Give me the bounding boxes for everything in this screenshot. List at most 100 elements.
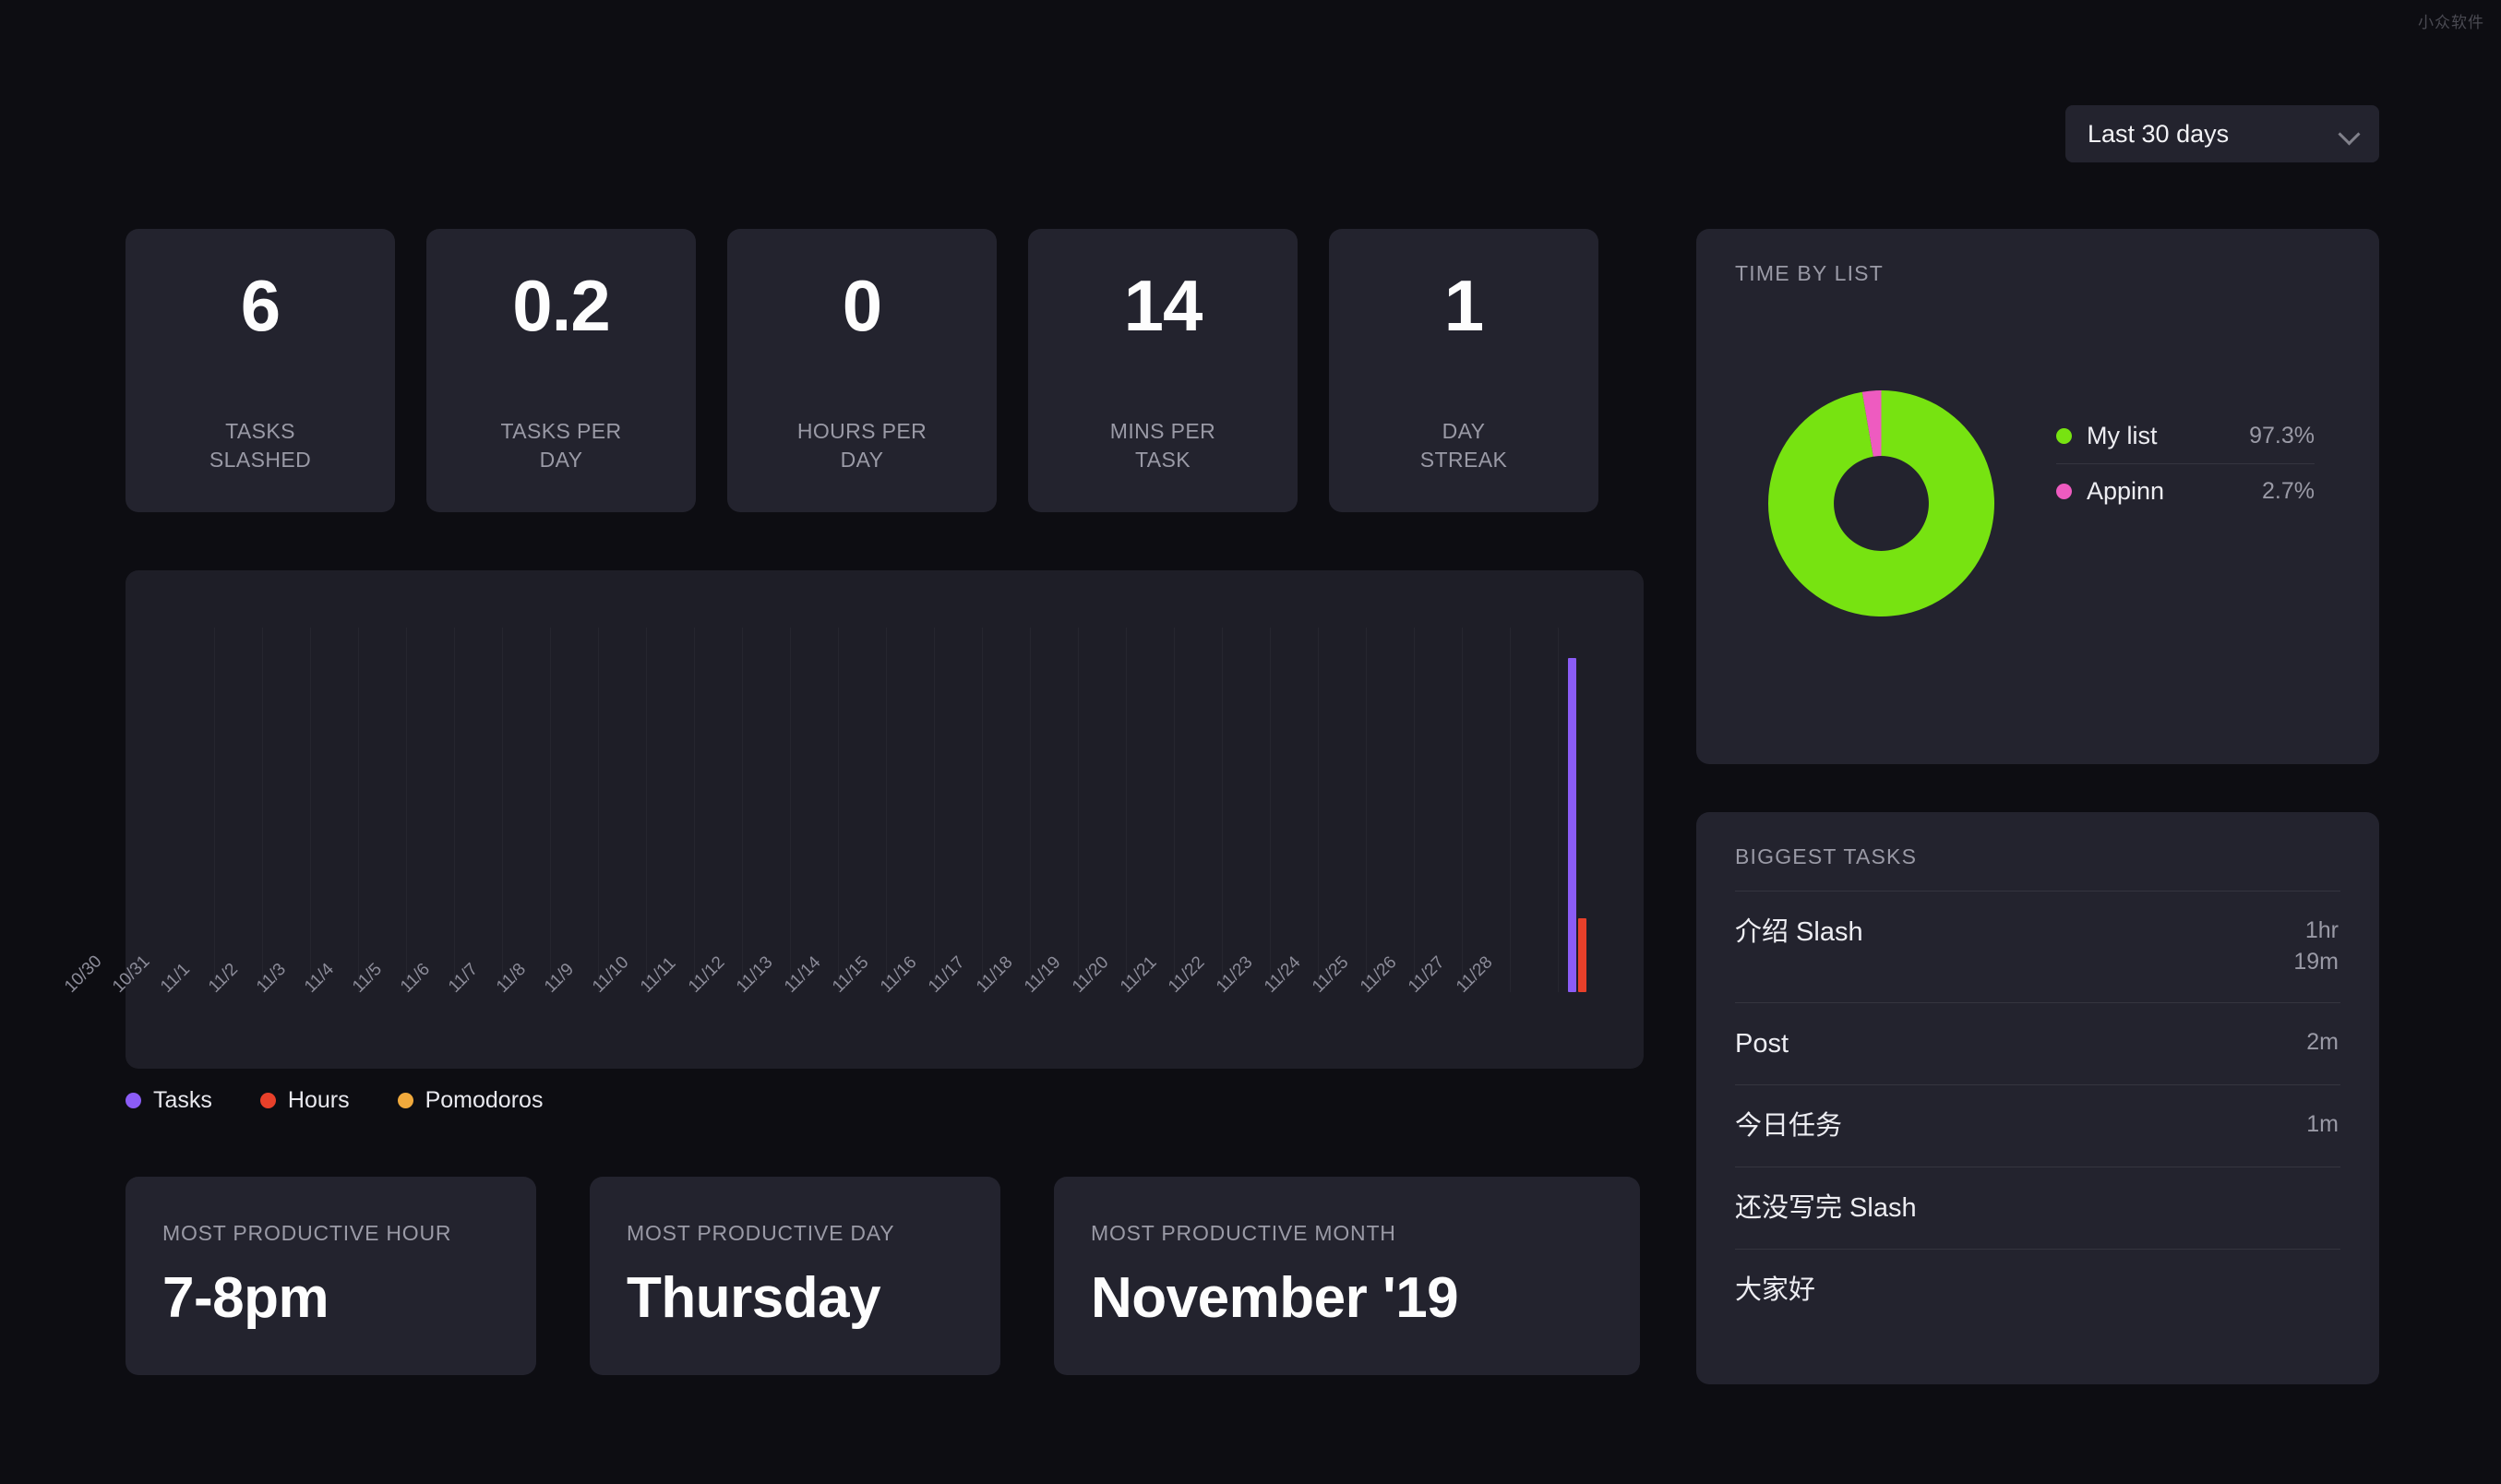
- biggest-tasks-title: BIGGEST TASKS: [1735, 844, 1918, 868]
- task-name: 还没写完 Slash: [1735, 1193, 1917, 1223]
- task-name: Post: [1735, 1028, 1789, 1059]
- stat-card: 0 HOURS PER DAY: [727, 229, 997, 512]
- task-duration: 2m: [2306, 1028, 2339, 1055]
- stat-label: TASKS PER DAY: [500, 418, 622, 473]
- time-by-list-legend-row[interactable]: Appinn 2.7%: [2056, 463, 2315, 519]
- date-range-value: Last 30 days: [2088, 119, 2230, 148]
- chart-gridline: [1174, 628, 1175, 992]
- chart-gridline: [1222, 628, 1223, 992]
- task-row[interactable]: 大家好: [1735, 1249, 2340, 1331]
- chart-gridline: [1366, 628, 1367, 992]
- biggest-tasks-panel: BIGGEST TASKS 介绍 Slash 1hr 19m Post 2m 今日任务 1…: [1696, 812, 2379, 1384]
- stat-card: 6 TASKS SLASHED: [126, 229, 395, 512]
- most-productive-card: MOST PRODUCTIVE DAY Thursday: [590, 1177, 1000, 1375]
- task-duration: 1m: [2306, 1110, 2339, 1137]
- legend-label: Tasks: [153, 1087, 212, 1113]
- legend-color-dot: [259, 1093, 276, 1108]
- time-by-list-legend: My list 97.3% Appinn 2.7%: [2056, 409, 2315, 519]
- task-name: 今日任务: [1735, 1110, 1843, 1141]
- chart-gridline: [262, 628, 263, 992]
- task-row[interactable]: 还没写完 Slash: [1735, 1167, 2340, 1249]
- chart-gridline: [934, 628, 935, 992]
- chart-gridline: [406, 628, 407, 992]
- most-productive-card: MOST PRODUCTIVE HOUR 7-8pm: [126, 1177, 536, 1375]
- chart-gridline: [1462, 628, 1463, 992]
- chart-x-label: 10/30: [61, 951, 106, 997]
- stat-card: 14 MINS PER TASK: [1028, 229, 1298, 512]
- most-productive-card: MOST PRODUCTIVE MONTH November '19: [1054, 1177, 1640, 1375]
- chart-legend-item[interactable]: Hours: [259, 1087, 350, 1114]
- task-row[interactable]: Post 2m: [1735, 1001, 2340, 1084]
- chart-gridline: [646, 628, 647, 992]
- most-productive-row: MOST PRODUCTIVE HOUR 7-8pm MOST PRODUCTIVE…: [126, 1177, 1640, 1375]
- most-productive-value: Thursday: [627, 1266, 881, 1330]
- task-row[interactable]: 介绍 Slash 1hr 19m: [1735, 891, 2340, 1002]
- chart-gridline: [598, 628, 599, 992]
- most-productive-label: MOST PRODUCTIVE MONTH: [1091, 1221, 1396, 1245]
- chart-gridline: [790, 628, 791, 992]
- chart-gridline: [454, 628, 455, 992]
- chart-gridline: [1414, 628, 1415, 992]
- most-productive-value: November '19: [1091, 1266, 1459, 1330]
- chart-gridline: [1510, 628, 1511, 992]
- chart-legend-item[interactable]: Pomodoros: [397, 1087, 544, 1114]
- stat-card-row: 6 TASKS SLASHED 0.2 TASKS PER DAY 0 HOURS PER DA…: [126, 229, 1598, 512]
- task-name: 大家好: [1735, 1275, 1816, 1306]
- most-productive-label: MOST PRODUCTIVE HOUR: [162, 1221, 452, 1245]
- list-percent: 97.3%: [2249, 423, 2315, 449]
- chart-gridline: [310, 628, 311, 992]
- legend-label: Pomodoros: [425, 1087, 544, 1113]
- stat-label: TASKS SLASHED: [209, 418, 312, 473]
- dashboard-page: 小众软件 Last 30 days 6 TASKS SLASHED 0.2 TASKS …: [0, 0, 2501, 1484]
- chart-gridline: [1078, 628, 1079, 992]
- chart-gridline: [838, 628, 839, 992]
- stat-value: 0.2: [512, 265, 610, 346]
- stat-value: 0: [842, 265, 882, 346]
- list-name: My list: [2087, 422, 2158, 449]
- time-by-list-legend-row[interactable]: My list 97.3%: [2056, 409, 2315, 463]
- chart-gridline: [1318, 628, 1319, 992]
- task-row[interactable]: 今日任务 1m: [1735, 1083, 2340, 1167]
- biggest-tasks-list: 介绍 Slash 1hr 19m Post 2m 今日任务 1m 还没写完 Slash 大家好: [1735, 891, 2340, 1332]
- stat-card: 0.2 TASKS PER DAY: [426, 229, 696, 512]
- stat-label: DAY STREAK: [1419, 418, 1508, 473]
- chart-gridline: [886, 628, 887, 992]
- chart-bar: [1577, 918, 1586, 992]
- task-duration: 1hr 19m: [2293, 917, 2339, 975]
- task-name: 介绍 Slash: [1735, 917, 1863, 947]
- chart-gridline: [1270, 628, 1271, 992]
- most-productive-value: 7-8pm: [162, 1266, 329, 1330]
- list-name: Appinn: [2087, 477, 2165, 505]
- most-productive-label: MOST PRODUCTIVE DAY: [627, 1221, 895, 1245]
- date-range-select[interactable]: Last 30 days: [2065, 105, 2379, 162]
- chart-plot-area: [166, 628, 1606, 992]
- legend-color-dot: [2056, 484, 2072, 499]
- chart-gridline: [214, 628, 215, 992]
- chart-x-axis-labels: 10/30 10/31 11/1 11/2 11/3 11/4 11/5 11/6 11/7 11…: [41, 951, 1496, 1057]
- legend-color-dot: [126, 1093, 141, 1108]
- legend-color-dot: [2056, 428, 2072, 444]
- chart-gridline: [1030, 628, 1031, 992]
- stat-label: MINS PER TASK: [1109, 418, 1216, 473]
- chevron-down-icon: [2340, 125, 2359, 143]
- time-by-list-panel: TIME BY LIST My list 97.3% Appinn 2.7%: [1696, 229, 2379, 764]
- chart-legend-item[interactable]: Tasks: [126, 1087, 212, 1114]
- legend-label: Hours: [287, 1087, 350, 1113]
- stat-card: 1 DAY STREAK: [1329, 229, 1598, 512]
- chart-gridline: [358, 628, 359, 992]
- chart-gridline: [1558, 628, 1559, 992]
- chart-gridline: [742, 628, 743, 992]
- time-by-list-title: TIME BY LIST: [1735, 261, 1884, 285]
- time-by-list-donut: [1768, 390, 1994, 616]
- chart-gridline: [550, 628, 551, 992]
- stat-value: 1: [1443, 265, 1484, 346]
- chart-legend: Tasks Hours Pomodoros: [126, 1087, 543, 1114]
- legend-color-dot: [397, 1093, 413, 1108]
- chart-gridline: [982, 628, 983, 992]
- stat-value: 6: [240, 265, 281, 346]
- watermark: 小众软件: [2418, 14, 2484, 31]
- list-percent: 2.7%: [2262, 478, 2315, 504]
- stat-value: 14: [1123, 265, 1203, 346]
- chart-gridline: [694, 628, 695, 992]
- chart-bar: [1567, 658, 1576, 992]
